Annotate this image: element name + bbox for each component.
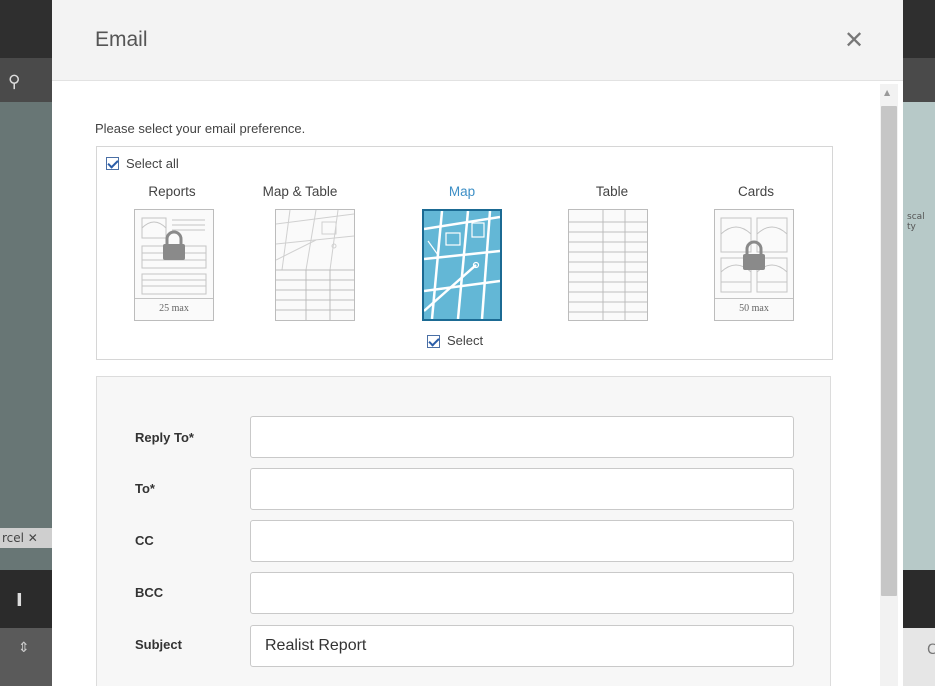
sort-icon: ⇕ [18,640,30,656]
email-modal: Email ✕ ▲ Please select your email prefe… [52,0,903,686]
option-cards-thumbnail[interactable]: 50 max [714,209,794,321]
reply-to-input[interactable] [250,416,794,458]
reply-to-label: Reply To* [135,430,194,445]
map-background-right [903,102,935,570]
close-icon[interactable]: ✕ [844,28,864,52]
email-form: Reply To* To* CC BCC Subject [96,376,831,686]
option-label-table: Table [595,184,629,199]
select-all-label[interactable]: Select all [126,156,179,171]
reports-max-label: 25 max [159,303,189,314]
bcc-input[interactable] [250,572,794,614]
map-select-checkbox[interactable] [427,335,440,348]
table-icon [569,210,647,320]
scroll-thumb[interactable] [881,106,897,596]
option-map-table-thumbnail[interactable] [275,209,355,321]
subject-input[interactable] [250,625,794,667]
select-all-checkbox[interactable] [106,157,119,170]
parcel-tab: rcel ✕ [0,528,54,548]
to-input[interactable] [250,468,794,510]
cc-input[interactable] [250,520,794,562]
app-results-bar-right [903,570,935,628]
preference-prompt: Please select your email preference. [95,121,306,136]
option-map-thumbnail[interactable] [422,209,502,321]
results-column-header: C [927,642,935,658]
cards-max-label: 50 max [739,303,769,314]
option-label-map: Map [448,184,476,199]
map-table-icon [275,209,355,320]
modal-scrollbar[interactable]: ▲ [880,84,898,686]
to-label: To* [135,481,155,496]
results-header-row-right: C [903,628,935,686]
results-bar-icon: I [16,590,23,611]
cc-label: CC [135,533,154,548]
map-place-label: scal ty [907,212,925,232]
modal-title: Email [95,28,148,51]
option-label-cards: Cards [737,184,774,199]
option-label-reports: Reports [148,184,196,199]
option-label-map-table: Map & Table [262,184,338,199]
option-table-thumbnail[interactable] [568,209,648,321]
bcc-label: BCC [135,585,164,600]
scroll-up-icon[interactable]: ▲ [884,88,890,97]
map-icon [423,210,501,320]
subject-label: Subject [135,637,182,652]
option-reports-thumbnail[interactable]: 25 max [134,209,214,321]
modal-header: Email ✕ [52,0,903,81]
map-select-label[interactable]: Select [447,333,483,348]
map-pin-icon: ⚲ [8,72,21,92]
preference-box: Select all Reports 25 max Map & Table Ma… [96,146,833,360]
